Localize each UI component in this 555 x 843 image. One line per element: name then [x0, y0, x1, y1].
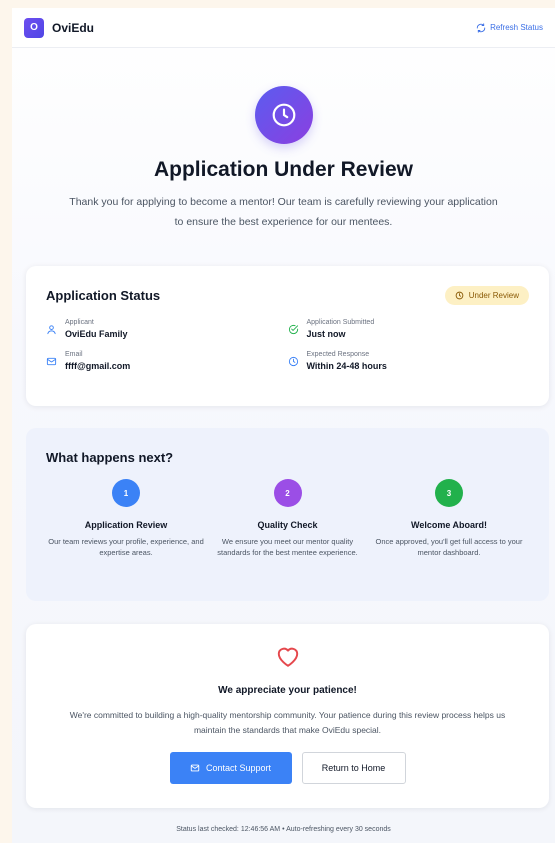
- status-badge: Under Review: [444, 286, 529, 305]
- step-number: 3: [435, 479, 463, 507]
- status-card-title: Application Status: [46, 288, 161, 303]
- expected-response-value: Within 24-48 hours: [306, 361, 387, 371]
- refresh-status-button[interactable]: Refresh Status: [476, 22, 543, 33]
- step-title: Quality Check: [257, 520, 318, 530]
- return-home-label: Return to Home: [321, 763, 386, 773]
- status-footer: Status last checked: 12:46:56 AM • Auto-…: [176, 826, 391, 833]
- mail-icon: [190, 764, 200, 772]
- email-value: ffff@gmail.com: [65, 361, 131, 371]
- submitted-value: Just now: [306, 329, 346, 339]
- clock-icon: [272, 103, 295, 127]
- status-badge-label: Under Review: [468, 291, 519, 300]
- submitted-label: Application Submitted: [306, 319, 375, 326]
- applicant-label: Applicant: [65, 319, 94, 326]
- expected-response-label: Expected Response: [306, 351, 370, 358]
- heart-icon: [277, 647, 298, 667]
- next-steps-title: What happens next?: [46, 450, 174, 465]
- brand[interactable]: O OviEdu: [24, 17, 95, 38]
- applicant-value: OviEdu Family: [65, 329, 128, 339]
- applicant-info: Applicant OviEdu Family: [46, 319, 288, 339]
- email-info: Email ffff@gmail.com: [46, 351, 288, 371]
- user-icon: [47, 324, 56, 334]
- clock-icon: [455, 291, 464, 300]
- email-label: Email: [65, 351, 83, 358]
- hero-clock-badge: [254, 86, 313, 144]
- submitted-info: Application Submitted Just now: [288, 319, 530, 339]
- return-home-button[interactable]: Return to Home: [301, 752, 406, 784]
- page: O OviEdu Refresh Status Application Unde…: [12, 8, 555, 843]
- contact-support-button[interactable]: Contact Support: [169, 752, 292, 784]
- clock-icon: [288, 356, 298, 366]
- check-circle-icon: [288, 324, 298, 334]
- step-description: Once approved, you'll get full access to…: [375, 537, 523, 557]
- hero: Application Under Review Thank you for a…: [12, 48, 555, 232]
- refresh-label: Refresh Status: [490, 23, 543, 32]
- appreciation-card: We appreciate your patience! We're commi…: [26, 624, 549, 808]
- step-number: 1: [112, 479, 140, 507]
- top-bar: O OviEdu Refresh Status: [12, 8, 555, 48]
- step-item: 2 Quality Check We ensure you meet our m…: [208, 479, 368, 558]
- step-number: 2: [273, 479, 302, 507]
- heart-badge: [26, 644, 549, 673]
- appreciation-text: We're committed to building a high-quali…: [69, 710, 506, 735]
- step-title: Welcome Aboard!: [410, 520, 487, 530]
- brand-name: OviEdu: [52, 20, 95, 35]
- step-title: Application Review: [84, 520, 168, 530]
- refresh-icon: [476, 22, 486, 33]
- mail-icon: [46, 357, 57, 365]
- step-item: 1 Application Review Our team reviews yo…: [46, 479, 206, 558]
- page-title: Application Under Review: [153, 158, 414, 181]
- logo: O: [24, 17, 44, 38]
- page-subtitle: Thank you for applying to become a mento…: [69, 196, 498, 228]
- expected-response-info: Expected Response Within 24-48 hours: [288, 351, 530, 371]
- appreciation-title: We appreciate your patience!: [218, 685, 357, 696]
- step-item: 3 Welcome Aboard! Once approved, you'll …: [369, 479, 529, 558]
- step-description: We ensure you meet our mentor quality st…: [217, 537, 358, 557]
- application-status-card: Application Status Under Review Applican…: [26, 266, 549, 406]
- next-steps-panel: What happens next? 1 Application Review …: [26, 428, 549, 601]
- contact-support-label: Contact Support: [205, 763, 272, 773]
- step-description: Our team reviews your profile, experienc…: [48, 537, 204, 557]
